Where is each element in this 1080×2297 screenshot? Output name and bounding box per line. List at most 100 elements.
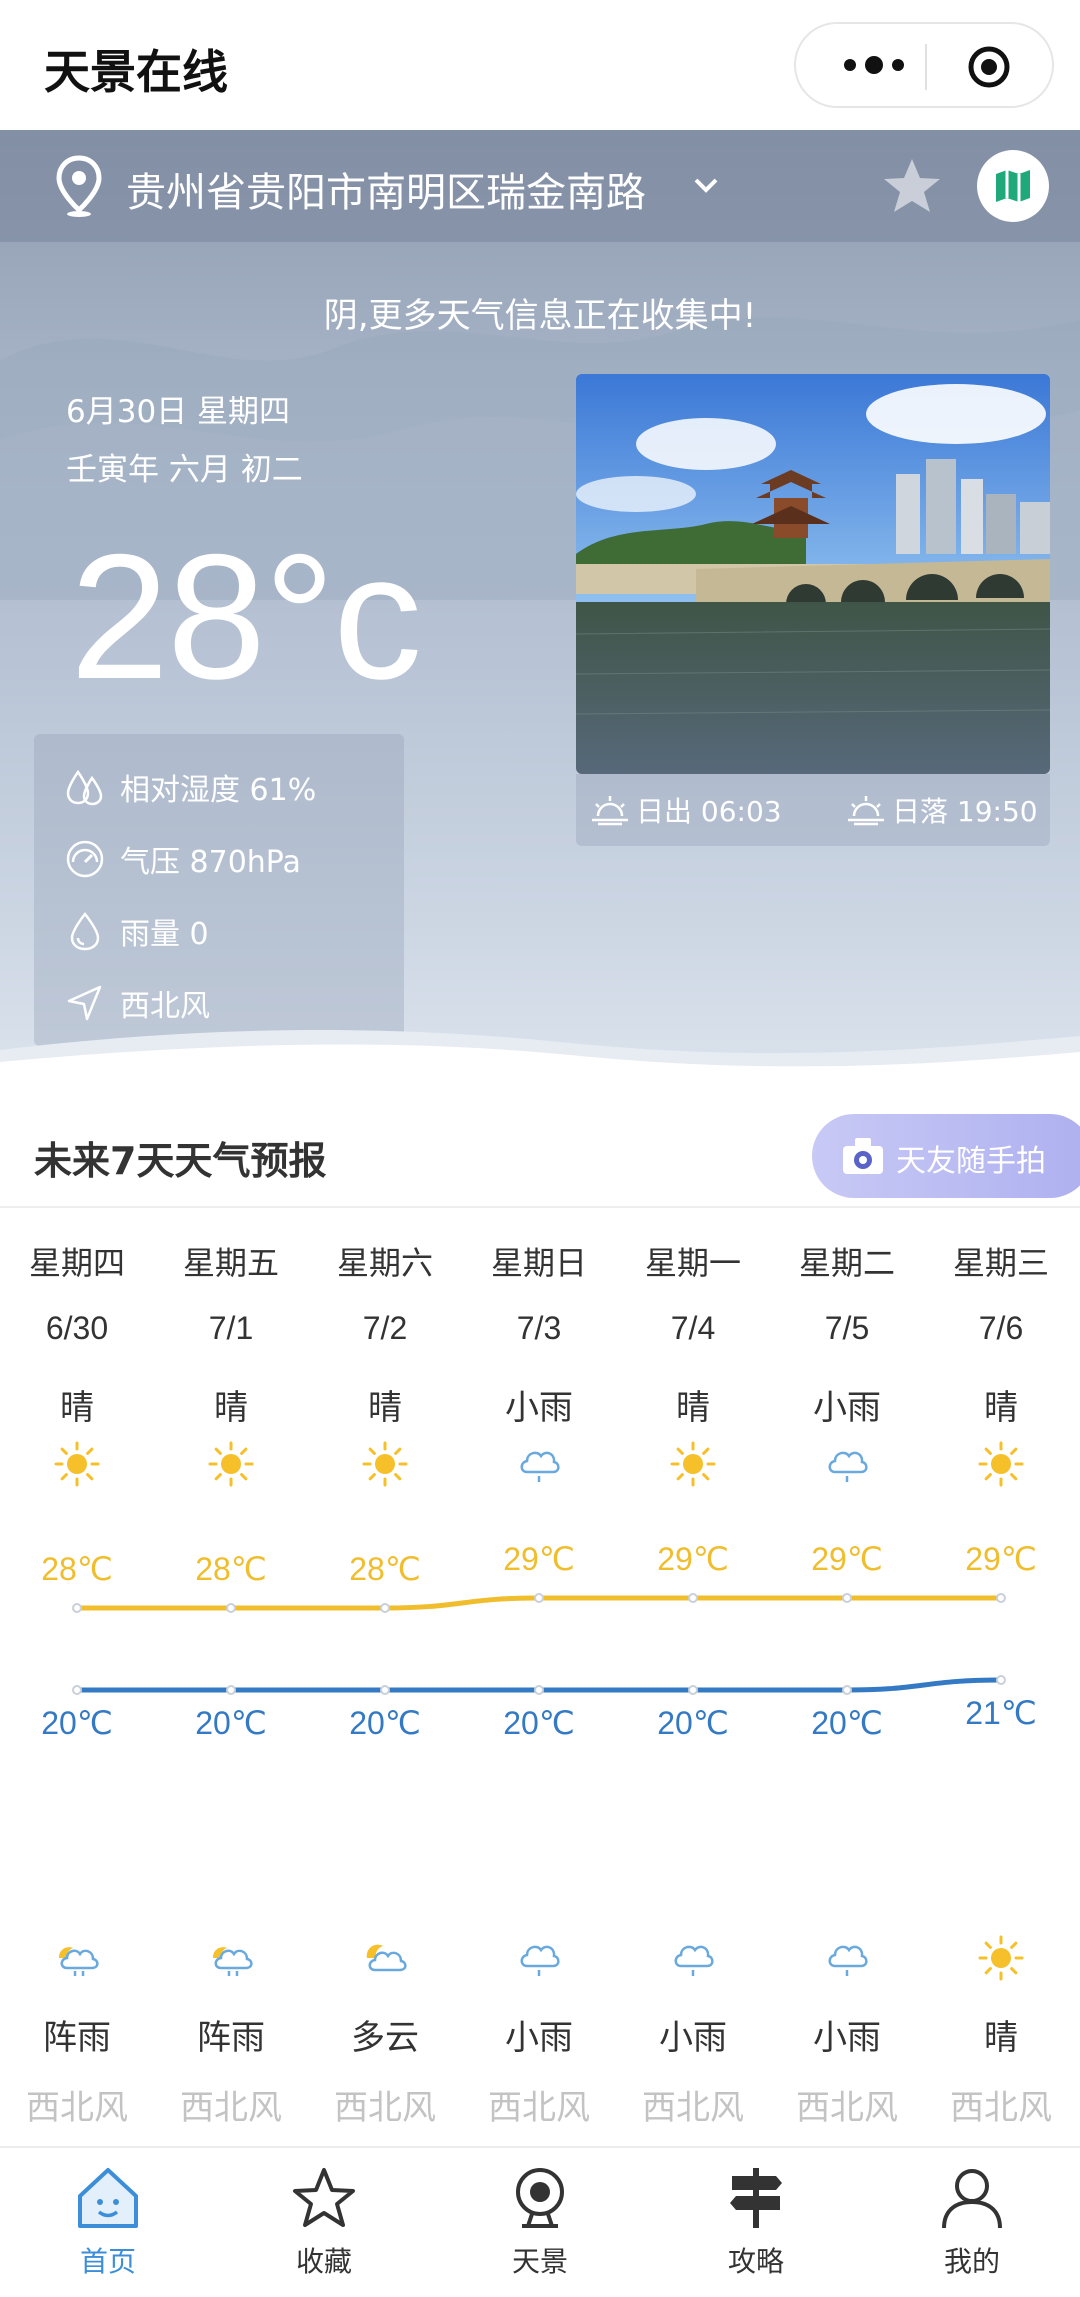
forecast-day-condition: 晴 <box>214 1388 248 1428</box>
bottom-tab-bar: 首页 收藏 天景 攻略 我的 <box>0 2146 1080 2297</box>
low-temp-point <box>688 1685 698 1695</box>
partly-cloudy-icon <box>366 1944 407 1972</box>
shower-icon <box>212 1947 253 1976</box>
scenic-photo[interactable] <box>576 374 1050 774</box>
sunset-item: 日落 19:50 <box>846 790 1038 830</box>
forecast-day-condition: 晴 <box>60 1388 94 1428</box>
forecast-day-icon <box>616 1440 770 1496</box>
signpost-icon <box>730 2168 782 2228</box>
low-temp-point <box>380 1685 390 1695</box>
tab-scenery[interactable]: 天景 <box>432 2162 648 2280</box>
pressure-gauge-icon <box>66 840 104 878</box>
capsule-divider <box>925 44 927 90</box>
forecast-day-icon <box>154 1440 308 1496</box>
forecast-wind: 西北风 <box>180 2088 282 2128</box>
forecast-day-of-week: 星期六 <box>336 1244 433 1282</box>
more-icon[interactable] <box>834 40 914 90</box>
section-divider <box>0 1206 1080 1208</box>
forecast-night-icon <box>308 1934 462 1990</box>
low-temp-point <box>72 1685 82 1695</box>
forecast-wind: 西北风 <box>950 2088 1052 2128</box>
sun-icon <box>208 1441 254 1487</box>
forecast-night-condition: 阵雨 <box>43 2018 111 2058</box>
high-temp-point <box>688 1593 698 1603</box>
sun-icon <box>362 1441 408 1487</box>
sun-icon <box>978 1935 1024 1981</box>
forecast-date: 7/5 <box>824 1310 870 1346</box>
wave-divider <box>0 1030 1080 1120</box>
forecast-date: 7/2 <box>362 1310 408 1346</box>
low-temp-point <box>226 1685 236 1695</box>
tab-me-label: 我的 <box>943 2245 1000 2278</box>
raindrop-icon <box>70 912 100 951</box>
tab-me[interactable]: 我的 <box>864 2162 1080 2280</box>
forecast-night-icon <box>770 1934 924 1990</box>
forecast-night-icon <box>924 1934 1078 1990</box>
rain-value: 雨量 0 <box>120 917 209 952</box>
friend-photo-button[interactable]: 天友随手拍 <box>812 1114 1080 1198</box>
user-icon <box>942 2169 1002 2229</box>
tab-home-label: 首页 <box>79 2245 136 2278</box>
rain-cloud-icon <box>828 1451 868 1482</box>
map-button[interactable] <box>977 150 1049 222</box>
high-temp-point <box>226 1603 236 1613</box>
humidity-row: 相对湿度 61% <box>64 762 316 812</box>
forecast-date: 7/1 <box>208 1310 254 1346</box>
forecast-night-condition: 小雨 <box>505 2018 573 2058</box>
forecast-wind: 西北风 <box>26 2088 128 2128</box>
forecast-night-icon <box>154 1934 308 1990</box>
forecast-night-condition: 小雨 <box>813 2018 881 2058</box>
sun-icon <box>54 1441 100 1487</box>
location-pin-icon <box>56 155 102 217</box>
favorite-star-icon[interactable] <box>880 154 944 218</box>
weather-notice: 阴,更多天气信息正在收集中! <box>323 296 757 336</box>
rain-cloud-icon <box>520 1451 560 1482</box>
forecast-night-icon <box>462 1934 616 1990</box>
current-date: 6月30日 星期四 <box>66 394 291 430</box>
forecast-day-icon <box>462 1440 616 1496</box>
camera-icon <box>843 1138 883 1174</box>
forecast-night-condition: 多云 <box>351 2018 419 2058</box>
high-temp-point <box>842 1593 852 1603</box>
sunset-icon <box>848 796 884 826</box>
title-bar: 天景在线 <box>0 0 1080 130</box>
sunset-time: 日落 19:50 <box>892 795 1038 828</box>
sun-icon <box>978 1441 1024 1487</box>
forecast-day-of-week: 星期一 <box>644 1244 741 1282</box>
forecast-wind: 西北风 <box>642 2088 744 2128</box>
high-temp-point <box>72 1603 82 1613</box>
forecast-day-condition: 小雨 <box>505 1388 573 1428</box>
tab-favorites[interactable]: 收藏 <box>216 2162 432 2280</box>
shower-icon <box>58 1947 99 1976</box>
forecast-night-condition: 晴 <box>984 2018 1018 2058</box>
location-bar[interactable]: 贵州省贵阳市南明区瑞金南路 <box>0 130 1080 242</box>
forecast-day-condition: 晴 <box>984 1388 1018 1428</box>
forecast-day-icon <box>308 1440 462 1496</box>
tab-favorites-label: 收藏 <box>295 2245 352 2278</box>
mini-program-capsule <box>794 22 1054 108</box>
high-temp-point <box>534 1593 544 1603</box>
chevron-down-icon[interactable] <box>688 170 724 200</box>
friend-photo-label: 天友随手拍 <box>896 1144 1046 1179</box>
lunar-date: 壬寅年 六月 初二 <box>66 452 303 488</box>
rain-cloud-icon <box>520 1945 560 1976</box>
tab-guide[interactable]: 攻略 <box>648 2162 864 2280</box>
low-temp-point <box>842 1685 852 1695</box>
sunrise-icon <box>592 796 628 826</box>
high-temp-point <box>380 1603 390 1613</box>
forecast-day-of-week: 星期三 <box>952 1244 1049 1282</box>
sun-icon <box>670 1441 716 1487</box>
forecast-wind: 西北风 <box>334 2088 436 2128</box>
forecast-night-condition: 阵雨 <box>197 2018 265 2058</box>
weather-stats-card: 相对湿度 61% 气压 870hPa 雨量 0 西北风 <box>34 734 404 1046</box>
location-address[interactable]: 贵州省贵阳市南明区瑞金南路 <box>126 160 646 218</box>
forecast-date: 7/6 <box>978 1310 1024 1346</box>
temperature-line-chart <box>72 1593 1006 1695</box>
close-target-icon[interactable] <box>966 44 1012 90</box>
tab-scenery-label: 天景 <box>511 2245 568 2278</box>
forecast-day-of-week: 星期日 <box>490 1244 587 1282</box>
pressure-value: 气压 870hPa <box>120 845 301 880</box>
forecast-day-icon <box>924 1440 1078 1496</box>
tab-guide-label: 攻略 <box>727 2245 784 2278</box>
tab-home[interactable]: 首页 <box>0 2162 216 2280</box>
